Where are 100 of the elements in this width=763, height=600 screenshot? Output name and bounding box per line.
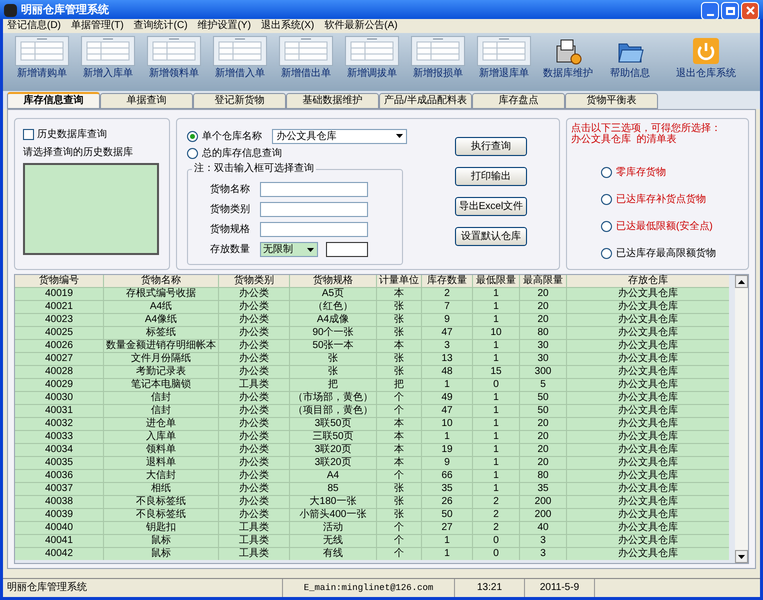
toolbar-button[interactable]: 新增退库单 bbox=[471, 36, 537, 80]
table-cell: 40021 bbox=[15, 301, 103, 313]
table-cell: 1 bbox=[473, 470, 519, 482]
table-cell: 数量金额进销存明细帐本 bbox=[104, 340, 218, 352]
group-caption: 注：双击输入框可选择查询 bbox=[192, 163, 316, 175]
quantity-select[interactable]: 无限制 bbox=[260, 242, 318, 257]
vertical-scrollbar[interactable] bbox=[735, 275, 748, 563]
tab[interactable]: 库存信息查询 bbox=[7, 92, 100, 109]
table-cell: 40030 bbox=[15, 392, 103, 404]
table-cell: 35 bbox=[422, 483, 472, 495]
toolbar-button[interactable]: 新增请购单 bbox=[9, 36, 75, 80]
menu-item[interactable]: 维护设置(Y) bbox=[198, 20, 251, 32]
toolbar-button[interactable]: 新增报损单 bbox=[405, 36, 471, 80]
table-cell: 1 bbox=[473, 444, 519, 456]
action-button[interactable]: 导出Excel文件 bbox=[455, 197, 527, 216]
action-button[interactable]: 打印输出 bbox=[455, 167, 527, 186]
table-cell: 张 bbox=[377, 314, 421, 326]
maximize-button[interactable] bbox=[721, 2, 739, 20]
table-cell: 300 bbox=[520, 366, 566, 378]
radio-button[interactable] bbox=[187, 130, 198, 142]
close-button[interactable] bbox=[741, 2, 759, 20]
input-field[interactable] bbox=[260, 182, 368, 197]
table-cell: 个 bbox=[377, 405, 421, 417]
table-cell: 张 bbox=[377, 353, 421, 365]
radio-button[interactable] bbox=[601, 221, 612, 232]
table-cell: 19 bbox=[422, 444, 472, 456]
radio-button[interactable] bbox=[187, 148, 198, 158]
menu-item[interactable]: 软件最新公告(A) bbox=[324, 20, 398, 32]
table-cell: A4纸 bbox=[104, 301, 218, 313]
toolbar-button[interactable]: 新增入库单 bbox=[75, 36, 141, 80]
tab[interactable]: 登记新货物 bbox=[193, 93, 286, 109]
table-cell: 50 bbox=[422, 509, 472, 521]
menu-item[interactable]: 登记信息(D) bbox=[7, 20, 61, 32]
table-cell: 办公类 bbox=[219, 301, 289, 313]
toolbar-button[interactable]: 新增调拔单 bbox=[339, 36, 405, 80]
radio-label: 单个仓库名称 bbox=[202, 130, 263, 144]
table-cell: 2 bbox=[422, 288, 472, 300]
radio-button[interactable] bbox=[601, 248, 612, 259]
warehouse-select[interactable]: 办公文具仓库 bbox=[272, 128, 407, 144]
column-header[interactable]: 最低限量 bbox=[473, 275, 519, 287]
table-cell: 办公类 bbox=[219, 353, 289, 365]
menu-item[interactable]: 查询统计(C) bbox=[134, 20, 188, 32]
form-thumbnail-icon bbox=[477, 36, 531, 66]
column-header[interactable]: 货物编号 bbox=[15, 275, 103, 287]
column-header[interactable]: 计量单位 bbox=[377, 275, 421, 287]
table-cell: 13 bbox=[422, 353, 472, 365]
table-cell: 40033 bbox=[15, 431, 103, 443]
table-cell: 3联20页 bbox=[290, 457, 376, 469]
column-header[interactable]: 最高限量 bbox=[520, 275, 566, 287]
menu-item[interactable]: 单据管理(T) bbox=[70, 20, 124, 32]
toolbar-button[interactable]: 退出仓库系统 bbox=[669, 36, 743, 80]
tab[interactable]: 产品/半成品配料表 bbox=[379, 93, 472, 109]
table-cell: 80 bbox=[520, 470, 566, 482]
table-cell: 办公类 bbox=[219, 314, 289, 326]
history-database-list[interactable] bbox=[23, 163, 159, 255]
column-header[interactable]: 货物名称 bbox=[104, 275, 218, 287]
table-cell: 工具类 bbox=[219, 522, 289, 534]
input-field[interactable] bbox=[326, 242, 368, 257]
table-cell: 0 bbox=[473, 535, 519, 547]
table-cell: 2 bbox=[473, 496, 519, 508]
table-cell: 85 bbox=[290, 483, 376, 495]
table-cell: 信封 bbox=[104, 405, 218, 417]
input-field[interactable] bbox=[260, 222, 368, 237]
table-cell: A4像纸 bbox=[104, 314, 218, 326]
tab[interactable]: 基础数据维护 bbox=[286, 93, 379, 109]
table-cell: 3联20页 bbox=[290, 444, 376, 456]
tab[interactable]: 单据查询 bbox=[100, 93, 193, 109]
table-cell: 本 bbox=[377, 444, 421, 456]
table-cell: 40028 bbox=[15, 366, 103, 378]
action-button[interactable]: 执行查询 bbox=[455, 137, 527, 156]
action-button[interactable]: 设置默认仓库 bbox=[455, 227, 527, 246]
table-cell: 不良标签纸 bbox=[104, 509, 218, 521]
toolbar-button[interactable]: 新增借入单 bbox=[207, 36, 273, 80]
tab[interactable]: 货物平衡表 bbox=[565, 93, 658, 109]
column-header[interactable]: 库存数量 bbox=[422, 275, 472, 287]
toolbar-button[interactable]: 新增借出单 bbox=[273, 36, 339, 80]
menu-item[interactable]: 退出系统(X) bbox=[260, 20, 314, 32]
table-cell: 50张一本 bbox=[290, 340, 376, 352]
tab[interactable]: 库存盘点 bbox=[472, 93, 565, 109]
table-cell: 48 bbox=[422, 366, 472, 378]
column-header[interactable]: 货物规格 bbox=[290, 275, 376, 287]
toolbar-button[interactable]: 帮助信息 bbox=[599, 36, 661, 80]
checkbox[interactable] bbox=[23, 129, 34, 140]
table-cell: 30 bbox=[520, 340, 566, 352]
table-cell: （红色） bbox=[290, 301, 376, 313]
power-icon bbox=[691, 36, 721, 66]
hint-text: 办公文具仓库 的清单表 bbox=[571, 134, 678, 145]
radio-button[interactable] bbox=[601, 194, 612, 205]
table-cell: 张 bbox=[377, 301, 421, 313]
column-header[interactable]: 货物类别 bbox=[219, 275, 289, 287]
field-label: 货物名称 bbox=[210, 183, 251, 197]
radio-button[interactable] bbox=[601, 167, 612, 178]
input-field[interactable] bbox=[260, 202, 368, 217]
column-header[interactable]: 存放仓库 bbox=[567, 275, 729, 287]
form-thumbnail-icon bbox=[279, 36, 333, 66]
table-cell: 47 bbox=[422, 327, 472, 339]
table-cell: 把 bbox=[290, 379, 376, 391]
toolbar-button[interactable]: 新增领料单 bbox=[141, 36, 207, 80]
toolbar-button[interactable]: 数据库维护 bbox=[537, 36, 599, 80]
minimize-button[interactable] bbox=[701, 2, 719, 20]
